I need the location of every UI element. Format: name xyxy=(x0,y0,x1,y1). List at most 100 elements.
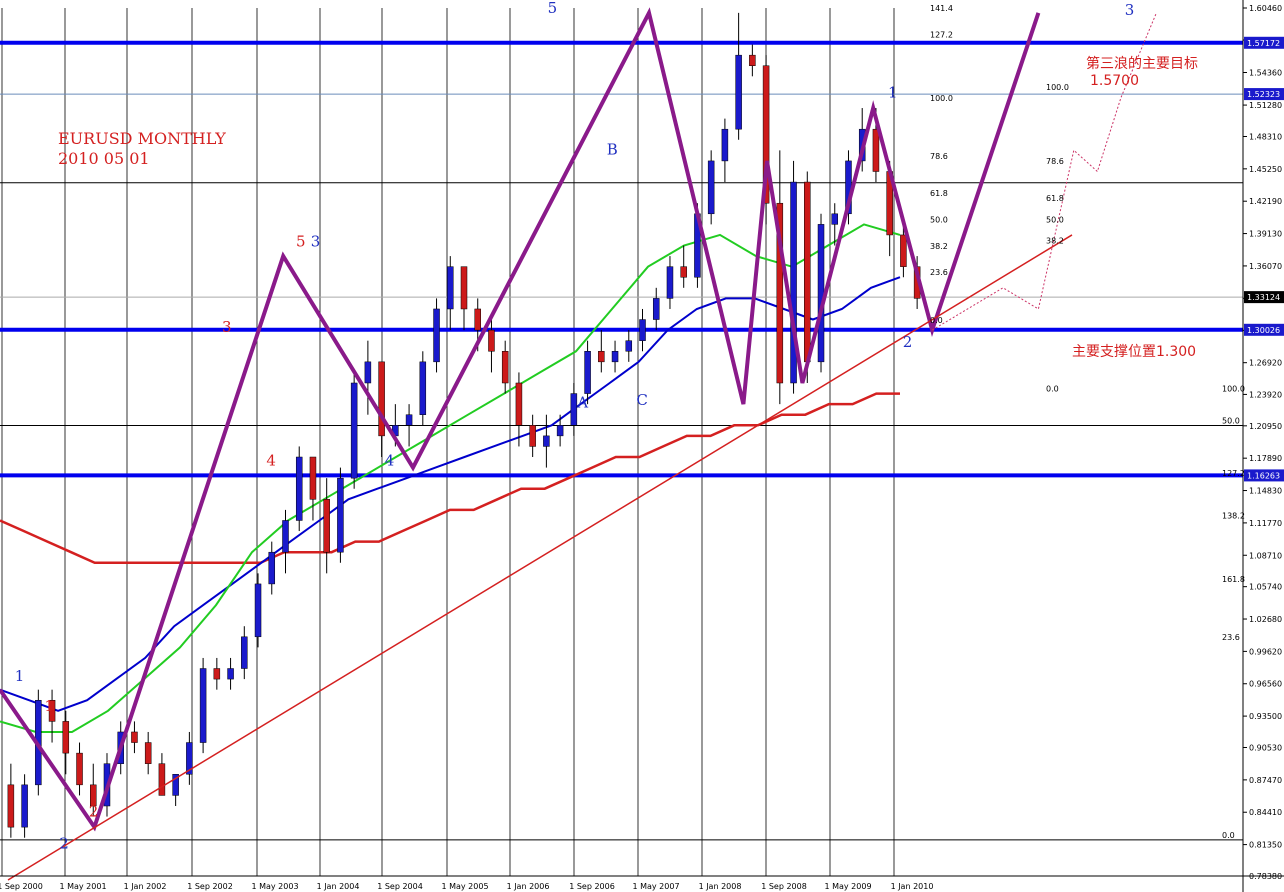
fib-level-label: 38.2 xyxy=(1046,237,1064,246)
support-note: 主要支撑位置1.300 xyxy=(1072,344,1196,360)
candle-body xyxy=(405,414,413,426)
candle-body xyxy=(213,668,221,680)
wave-label: A xyxy=(576,393,588,411)
fib-level-label: 38.2 xyxy=(930,242,948,251)
x-tick-label: 1 Jan 2010 xyxy=(891,882,934,891)
candle-body xyxy=(872,128,880,172)
candle-body xyxy=(804,181,811,363)
candle-body xyxy=(474,308,481,331)
y-tick-label: 1.02680 xyxy=(1249,615,1282,624)
candle-body xyxy=(447,266,454,310)
x-tick-label: 1 May 2001 xyxy=(59,882,106,891)
x-tick-label: 1 Jan 2008 xyxy=(699,882,742,891)
y-tick-label: 1.39130 xyxy=(1249,230,1282,239)
y-tick-label: 1.26920 xyxy=(1249,359,1282,368)
y-tick-label: 0.93500 xyxy=(1249,712,1282,721)
price-tag-label: 1.52323 xyxy=(1247,90,1280,99)
y-tick-label: 1.05740 xyxy=(1249,583,1282,592)
y-tick-label: 1.14830 xyxy=(1249,487,1282,496)
candle-body xyxy=(337,477,344,553)
fib-level-label: 0.0 xyxy=(1046,385,1059,394)
fib-level-label: 161.8 xyxy=(1222,575,1245,584)
wave-label: 3 xyxy=(311,233,321,251)
candle-body xyxy=(817,224,825,363)
candle-body xyxy=(735,54,742,130)
candle-body xyxy=(227,668,234,680)
candle-body xyxy=(598,351,605,363)
x-tick-label: 1 Sep 2008 xyxy=(761,882,807,891)
candle-body xyxy=(652,298,660,320)
fib-level-label: 100.0 xyxy=(1222,385,1245,394)
fib-level-label: 50.0 xyxy=(1222,416,1240,425)
y-tick-label: 0.87470 xyxy=(1249,776,1282,785)
candle-body xyxy=(680,266,687,278)
fib-level-label: 100.0 xyxy=(1046,83,1069,92)
candle-body xyxy=(254,583,262,638)
chart-root: 141.4 127.2 100.0 78.6 61.8 50.0 38.2 23.6 0.0 10… xyxy=(0,0,1284,892)
wave-label: 3 xyxy=(222,318,232,336)
x-tick-label: 1 May 2009 xyxy=(824,882,871,891)
candle-body xyxy=(831,213,838,225)
y-tick-label: 0.99620 xyxy=(1249,647,1282,656)
candle-body xyxy=(158,763,166,796)
candle-body xyxy=(900,234,907,267)
fib-level-label: 50.0 xyxy=(930,215,948,224)
chart-title-line-2: 2010 05 01 xyxy=(58,149,150,168)
candle-body xyxy=(707,160,715,215)
candle-body xyxy=(611,351,619,363)
y-tick-label: 1.60460 xyxy=(1249,4,1282,13)
price-tag-label: 1.30026 xyxy=(1247,326,1280,335)
fib-level-label: 61.8 xyxy=(1046,194,1064,203)
y-tick-label: 1.23920 xyxy=(1249,390,1282,399)
wave-label: B xyxy=(607,141,618,159)
wave-label: 1 xyxy=(44,697,54,715)
candle-body xyxy=(556,425,564,437)
candle-body xyxy=(529,425,536,447)
y-tick-label: 1.51280 xyxy=(1249,101,1282,110)
candle-body xyxy=(350,382,358,479)
price-tag-label: 1.16263 xyxy=(1247,471,1280,480)
price-tag-label: 1.57172 xyxy=(1247,39,1280,48)
candle-body xyxy=(433,308,440,363)
fib-level-label: 50.0 xyxy=(1046,215,1064,224)
y-tick-label: 1.42190 xyxy=(1249,197,1282,206)
candle-body xyxy=(749,54,756,66)
fib-level-label: 127.2 xyxy=(1222,469,1245,478)
candle-body xyxy=(570,393,578,426)
wave-label: 4 xyxy=(266,451,276,469)
target-note-line-2: 1.5700 xyxy=(1090,73,1139,89)
wave-label: C xyxy=(636,391,647,409)
candle-body xyxy=(144,742,152,764)
wave-label: 1 xyxy=(888,83,898,101)
wave-label: 4 xyxy=(385,451,395,469)
candle-body xyxy=(199,668,207,743)
candle-body xyxy=(625,340,633,352)
y-tick-label: 1.20950 xyxy=(1249,422,1282,431)
price-tag-label: 1.33124 xyxy=(1247,293,1280,302)
candle-body xyxy=(76,752,83,786)
candle-body xyxy=(460,266,468,310)
x-tick-label: 1 Sep 2002 xyxy=(187,882,233,891)
wave-label: 1 xyxy=(15,667,25,685)
x-tick-label: 1 May 2005 xyxy=(441,882,488,891)
x-tick-label: 1 Sep 2004 xyxy=(377,882,423,891)
candle-body xyxy=(721,128,729,162)
y-tick-label: 0.78380 xyxy=(1249,872,1282,881)
y-tick-label: 0.96560 xyxy=(1249,680,1282,689)
candle-body xyxy=(378,361,385,437)
x-tick-label: 1 Jan 2004 xyxy=(317,882,360,891)
fib-level-label: 100.0 xyxy=(930,94,953,103)
candle-body xyxy=(364,361,372,384)
y-tick-label: 0.81350 xyxy=(1249,841,1282,850)
fib-level-label: 0.0 xyxy=(930,316,943,325)
fib-level-label: 127.2 xyxy=(930,30,953,39)
y-tick-label: 1.54360 xyxy=(1249,69,1282,78)
y-tick-label: 0.84410 xyxy=(1249,808,1282,817)
wave-label: 2 xyxy=(59,834,69,852)
candle-body xyxy=(639,319,646,341)
candle-body xyxy=(309,456,317,500)
wave-label: 5 xyxy=(548,0,558,17)
y-tick-label: 0.90530 xyxy=(1249,744,1282,753)
candle-body xyxy=(295,456,303,521)
x-tick-label: 1 Sep 2000 xyxy=(0,882,43,891)
